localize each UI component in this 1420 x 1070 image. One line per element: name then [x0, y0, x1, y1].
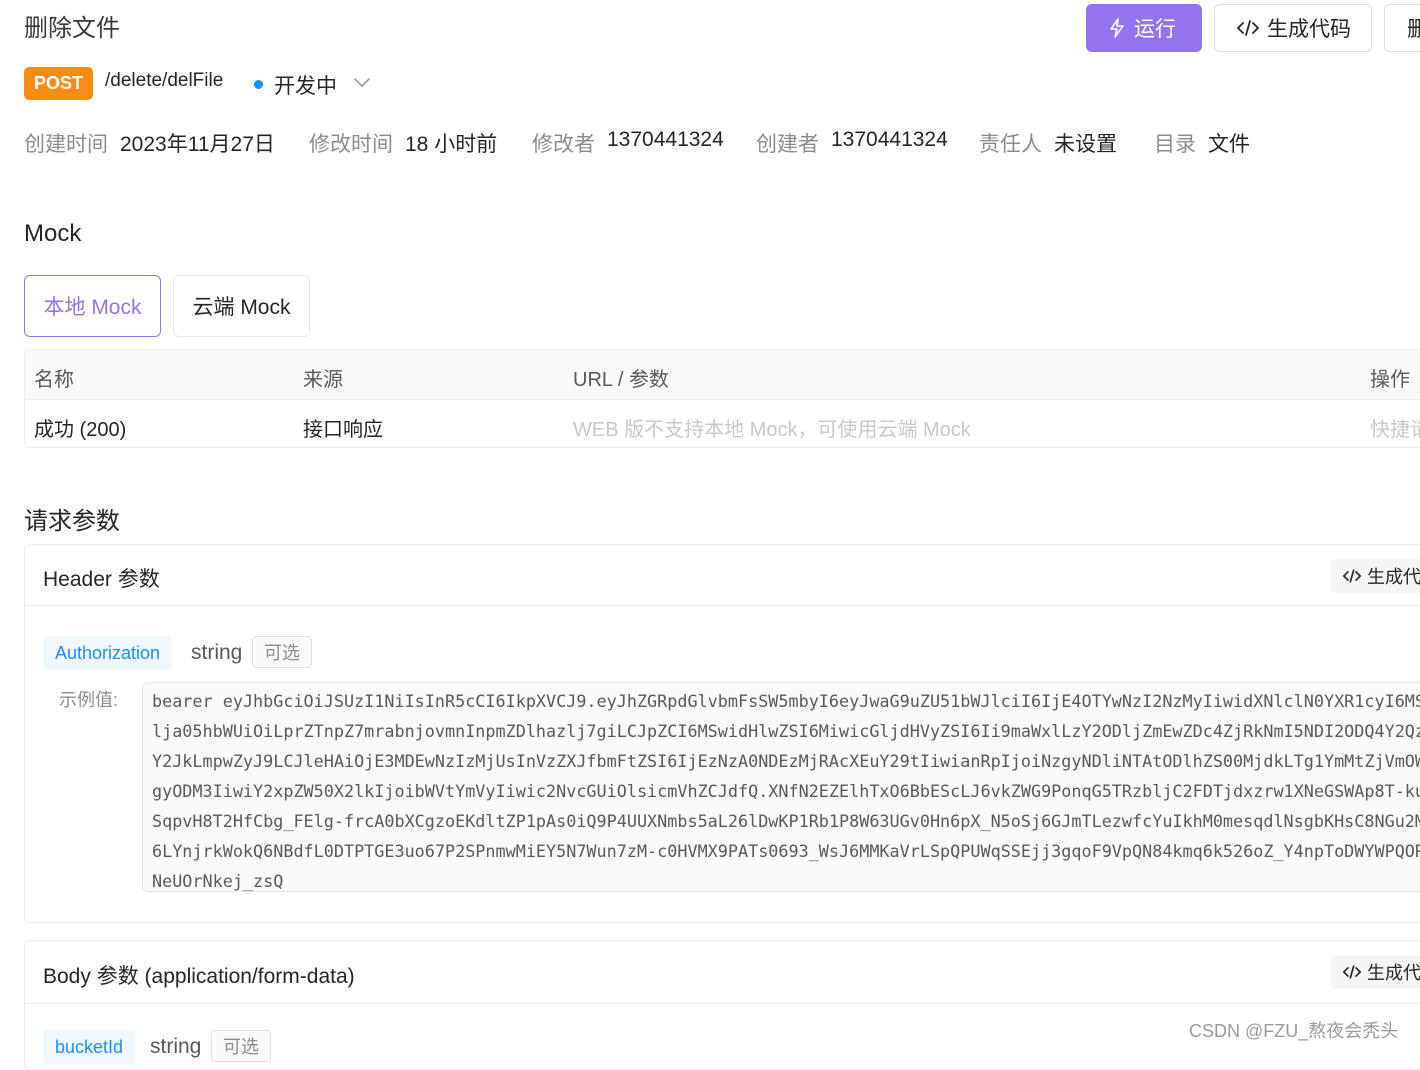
mock-name: 成功 (200)	[34, 419, 127, 441]
meta-created-at: 创建时间 2023年11月27日	[24, 128, 275, 158]
header-generate-code-button[interactable]: 生成代码	[1331, 559, 1420, 593]
body-params-title: Body 参数 (application/form-data)	[43, 965, 355, 988]
code-icon	[1343, 965, 1361, 979]
meta-modifier: 修改者 1370441324	[532, 128, 724, 158]
generate-code-button[interactable]: 生成代码	[1214, 4, 1372, 52]
code-icon	[1343, 569, 1361, 583]
body-params-card: Body 参数 (application/form-data) 生成代码 buc…	[24, 940, 1420, 1070]
watermark: CSDN @FZU_熬夜会秃头	[1189, 1021, 1399, 1041]
generate-code-label: 生成代码	[1367, 963, 1420, 983]
table-header: 名称 来源 URL / 参数 操作	[25, 350, 1420, 400]
param-type: string	[150, 1035, 202, 1058]
generate-code-label: 生成代码	[1367, 567, 1420, 587]
optional-badge: 可选	[252, 636, 312, 668]
optional-badge: 可选	[211, 1030, 271, 1062]
example-line: SqpvH8T2HfCbg_FElg-frcA0bXCgzoEKdltZP1pA…	[152, 811, 1420, 831]
delete-button-label: 删除	[1407, 13, 1420, 43]
method-badge: POST	[24, 67, 93, 100]
header-params-title: Header 参数	[43, 568, 160, 591]
meta-label: 修改者	[532, 133, 595, 156]
example-line: gyODM3IiwiY2xpZW50X2lkIjoibWVtYmVyIiwic2…	[152, 781, 1420, 801]
column-header-url: URL / 参数	[573, 369, 669, 391]
param-name: bucketId	[43, 1030, 136, 1064]
run-button-label: 运行	[1134, 18, 1176, 41]
header-params-card: Header 参数 生成代码 Authorization string 可选 示…	[24, 544, 1420, 923]
meta-folder[interactable]: 目录 文件	[1154, 128, 1250, 158]
header-param-row: Authorization string 可选 示例值: bearer eyJh…	[25, 606, 1420, 922]
card-header: Header 参数 生成代码	[25, 545, 1420, 606]
tab-cloud-mock[interactable]: 云端 Mock	[173, 275, 310, 337]
page-title: 删除文件	[24, 15, 120, 42]
status-select[interactable]: 开发中	[274, 70, 337, 100]
mock-table: 名称 来源 URL / 参数 操作 成功 (200) 接口响应 WEB 版不支持…	[24, 349, 1420, 448]
column-header-action: 操作	[1370, 369, 1410, 391]
generate-code-label: 生成代码	[1267, 18, 1351, 41]
param-name: Authorization	[43, 636, 173, 670]
mock-section-title: Mock	[24, 220, 82, 247]
delete-button[interactable]: 删除	[1384, 4, 1420, 52]
status-dot	[254, 80, 263, 89]
example-line: bearer eyJhbGciOiJSUzI1NiIsInR5cCI6IkpXV…	[152, 691, 1420, 711]
example-line: lja05hbWUiOiLprZTnpZ7mrabnjovmnInpmZDlha…	[152, 721, 1420, 741]
tab-local-mock[interactable]: 本地 Mock	[24, 275, 161, 337]
meta-value: 1370441324	[607, 128, 724, 151]
meta-owner[interactable]: 责任人 未设置	[979, 128, 1117, 158]
body-generate-code-button[interactable]: 生成代码	[1331, 955, 1420, 989]
chevron-down-icon[interactable]	[352, 72, 372, 92]
example-line: Y2JkLmpwZyJ9LCJleHAiOjE3MDEwNzIzMjUsInVz…	[152, 751, 1420, 771]
param-type: string	[191, 641, 243, 664]
quick-request-link[interactable]: 快捷请求	[1370, 413, 1420, 442]
meta-value: 2023年11月27日	[120, 133, 275, 156]
meta-label: 责任人	[979, 133, 1042, 156]
meta-modified-at: 修改时间 18 小时前	[309, 128, 497, 158]
mock-url: WEB 版不支持本地 Mock，可使用云端 Mock	[573, 419, 971, 441]
endpoint-path: /delete/delFile	[105, 70, 224, 91]
card-header: Body 参数 (application/form-data) 生成代码	[25, 941, 1420, 1004]
mock-source: 接口响应	[303, 419, 383, 441]
meta-label: 目录	[1154, 133, 1196, 156]
meta-value[interactable]: 未设置	[1054, 128, 1117, 158]
meta-creator: 创建者 1370441324	[756, 128, 948, 158]
example-value-box: bearer eyJhbGciOiJSUzI1NiIsInR5cCI6IkpXV…	[142, 682, 1420, 892]
table-row: 成功 (200) 接口响应 WEB 版不支持本地 Mock，可使用云端 Mock…	[25, 400, 1420, 447]
meta-label: 创建者	[756, 133, 819, 156]
meta-value: 1370441324	[831, 128, 948, 151]
example-line: 6LYnjrkWokQ6NBdfL0DTPTGE3uo67P2SPnmwMiEY…	[152, 841, 1420, 861]
request-params-title: 请求参数	[24, 508, 120, 535]
example-line: NeUOrNkej_zsQ	[152, 871, 284, 891]
meta-label: 创建时间	[24, 133, 108, 156]
example-label: 示例值:	[59, 690, 119, 710]
meta-value[interactable]: 文件	[1208, 128, 1250, 158]
meta-value: 18 小时前	[405, 133, 498, 156]
column-header-name: 名称	[34, 369, 74, 391]
meta-label: 修改时间	[309, 133, 393, 156]
column-header-source: 来源	[303, 369, 343, 391]
run-button[interactable]: 运行	[1086, 4, 1202, 52]
lightning-icon	[1108, 18, 1126, 38]
code-icon	[1237, 20, 1259, 36]
